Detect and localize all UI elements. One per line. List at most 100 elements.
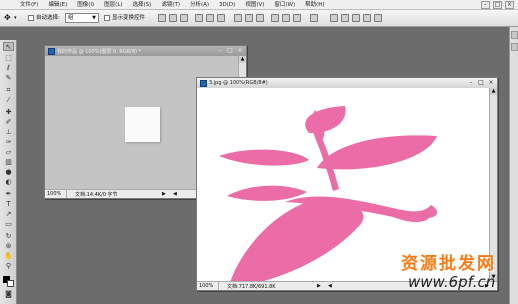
checkbox-icon <box>104 14 110 21</box>
marquee-tool-icon[interactable]: ⬚ <box>3 54 14 63</box>
move-tool-icon[interactable]: ✥ <box>4 13 11 22</box>
document-title: 3.jpg @ 100%(RGB/8#) <box>209 80 268 86</box>
menu-file[interactable]: 文件(F) <box>20 0 38 10</box>
3d-slide-icon[interactable] <box>363 14 371 22</box>
document-titlebar[interactable]: 3.jpg @ 100%(RGB/8#) – □ × <box>197 78 497 88</box>
collapsed-panel-strip <box>509 27 518 304</box>
status-menu-arrow-icon[interactable]: ▶ <box>162 191 166 197</box>
show-transform-label: 显示变换控件 <box>112 15 146 21</box>
document-icon <box>48 47 55 55</box>
toolbox: ↖ ⬚ ℓ ✎ ⌗ ⁄ ✚ ✐ ⊥ ✑ ▱ ▥ ● ◐ ✒ T ↗ ▭ ↻ ⊛ … <box>0 40 17 304</box>
scroll-up-icon[interactable]: ▲ <box>490 88 497 95</box>
path-select-tool-icon[interactable]: ↗ <box>3 210 14 219</box>
maximize-icon[interactable]: □ <box>226 47 234 54</box>
distribute-vcenter-icon[interactable] <box>245 14 253 22</box>
zoom-level[interactable]: 100% <box>197 282 219 290</box>
3d-scale-icon[interactable] <box>374 14 382 22</box>
menu-bar: 文件(F) 编辑(E) 图像(I) 图层(L) 选择(S) 滤镜(T) 分析(A… <box>0 0 518 10</box>
panel-toggle-icon[interactable] <box>511 43 518 51</box>
align-left-icon[interactable] <box>195 14 203 22</box>
move-tool-icon[interactable]: ↖ <box>3 42 14 51</box>
close-button[interactable]: × <box>505 1 514 9</box>
auto-select-label: 自动选择: <box>36 15 60 21</box>
status-menu-arrow-icon[interactable]: ▶ <box>317 283 321 289</box>
eyedropper-tool-icon[interactable]: ⁄ <box>3 96 14 105</box>
panel-toggle-icon[interactable] <box>511 31 518 39</box>
background-color-swatch[interactable] <box>7 280 14 287</box>
quick-mask-icon[interactable]: ◙ <box>3 290 14 299</box>
quick-select-tool-icon[interactable]: ✎ <box>3 74 14 83</box>
3d-pan-icon[interactable] <box>352 14 360 22</box>
3d-orbit-tool-icon[interactable]: ⊛ <box>3 242 14 251</box>
eraser-tool-icon[interactable]: ▱ <box>3 148 14 157</box>
type-tool-icon[interactable]: T <box>3 200 14 209</box>
maximize-icon[interactable]: □ <box>477 79 485 86</box>
show-transform-checkbox[interactable]: 显示变换控件 <box>104 14 145 23</box>
3d-roll-icon[interactable] <box>341 14 349 22</box>
distribute-hcenter-icon[interactable] <box>282 14 290 22</box>
hand-tool-icon[interactable]: ✋ <box>3 252 14 261</box>
dodge-tool-icon[interactable]: ◐ <box>3 178 14 187</box>
pen-tool-icon[interactable]: ✒ <box>3 190 14 199</box>
tool-preset-arrow-icon[interactable]: ▾ <box>14 14 17 23</box>
auto-align-icon[interactable] <box>310 14 318 22</box>
distribute-left-icon[interactable] <box>271 14 279 22</box>
menu-help[interactable]: 帮助(H) <box>305 0 324 10</box>
shape-tool-icon[interactable]: ▭ <box>3 220 14 229</box>
3d-rotate-tool-icon[interactable]: ↻ <box>3 232 14 241</box>
scroll-left-icon[interactable]: ◀ <box>328 283 332 289</box>
zoom-tool-icon[interactable]: ⚲ <box>3 262 14 271</box>
menu-select[interactable]: 选择(S) <box>133 0 152 10</box>
minimize-button[interactable]: – <box>481 1 490 9</box>
minimize-icon[interactable]: – <box>467 79 475 86</box>
distribute-top-icon[interactable] <box>234 14 242 22</box>
auto-select-dropdown[interactable]: 组 ▼ <box>65 13 99 23</box>
minimize-icon[interactable]: – <box>216 47 224 54</box>
zoom-level[interactable]: 100% <box>45 190 67 198</box>
distribute-bottom-icon[interactable] <box>256 14 264 22</box>
watermark-url: www.6pf.cn <box>408 273 496 291</box>
scroll-up-icon[interactable]: ▲ <box>239 56 246 63</box>
lasso-tool-icon[interactable]: ℓ <box>3 64 14 73</box>
checkbox-icon <box>28 14 34 21</box>
watermark-chinese: 资源批发网 <box>401 254 496 274</box>
brush-tool-icon[interactable]: ✐ <box>3 118 14 127</box>
canvas-image <box>125 107 160 142</box>
menu-layer[interactable]: 图层(L) <box>104 0 122 10</box>
menu-view[interactable]: 视图(V) <box>245 0 264 10</box>
document-title: 我的作品 @ 100%(图层 0, RGB/8) * <box>57 48 142 55</box>
distribute-right-icon[interactable] <box>293 14 301 22</box>
clone-stamp-tool-icon[interactable]: ⊥ <box>3 128 14 137</box>
close-icon[interactable]: × <box>236 47 244 54</box>
3d-rotate-icon[interactable] <box>330 14 338 22</box>
document-titlebar[interactable]: 我的作品 @ 100%(图层 0, RGB/8) * – □ × <box>45 46 246 56</box>
chevron-down-icon: ▼ <box>92 15 96 21</box>
document-info: 文档:14.4K/0 字节 <box>75 191 118 198</box>
crop-tool-icon[interactable]: ⌗ <box>3 86 14 95</box>
menu-image[interactable]: 图像(I) <box>77 0 94 10</box>
auto-select-checkbox[interactable]: 自动选择: <box>28 14 60 23</box>
document-info: 文档:717.8K/691.8K <box>227 283 276 290</box>
menu-analysis[interactable]: 分析(A) <box>190 0 209 10</box>
align-hcenter-icon[interactable] <box>206 14 214 22</box>
menu-3d[interactable]: 3D(D) <box>219 0 235 10</box>
auto-select-value: 组 <box>68 15 74 21</box>
align-bottom-icon[interactable] <box>180 14 188 22</box>
maximize-button[interactable]: □ <box>493 1 502 9</box>
document-icon <box>200 79 207 87</box>
align-right-icon[interactable] <box>217 14 225 22</box>
history-brush-tool-icon[interactable]: ✑ <box>3 138 14 147</box>
window-controls: – □ × <box>481 0 514 9</box>
healing-brush-tool-icon[interactable]: ✚ <box>3 108 14 117</box>
menu-filter[interactable]: 滤镜(T) <box>161 0 180 10</box>
ps-logo <box>0 0 20 10</box>
scroll-left-icon[interactable]: ◀ <box>173 191 177 197</box>
align-vcenter-icon[interactable] <box>169 14 177 22</box>
gradient-tool-icon[interactable]: ▥ <box>3 158 14 167</box>
options-bar: ✥ ▾ 自动选择: 组 ▼ 显示变换控件 <box>0 10 518 27</box>
align-top-icon[interactable] <box>158 14 166 22</box>
close-icon[interactable]: × <box>487 79 495 86</box>
blur-tool-icon[interactable]: ● <box>3 168 14 177</box>
menu-edit[interactable]: 编辑(E) <box>48 0 67 10</box>
menu-window[interactable]: 窗口(W) <box>274 0 295 10</box>
